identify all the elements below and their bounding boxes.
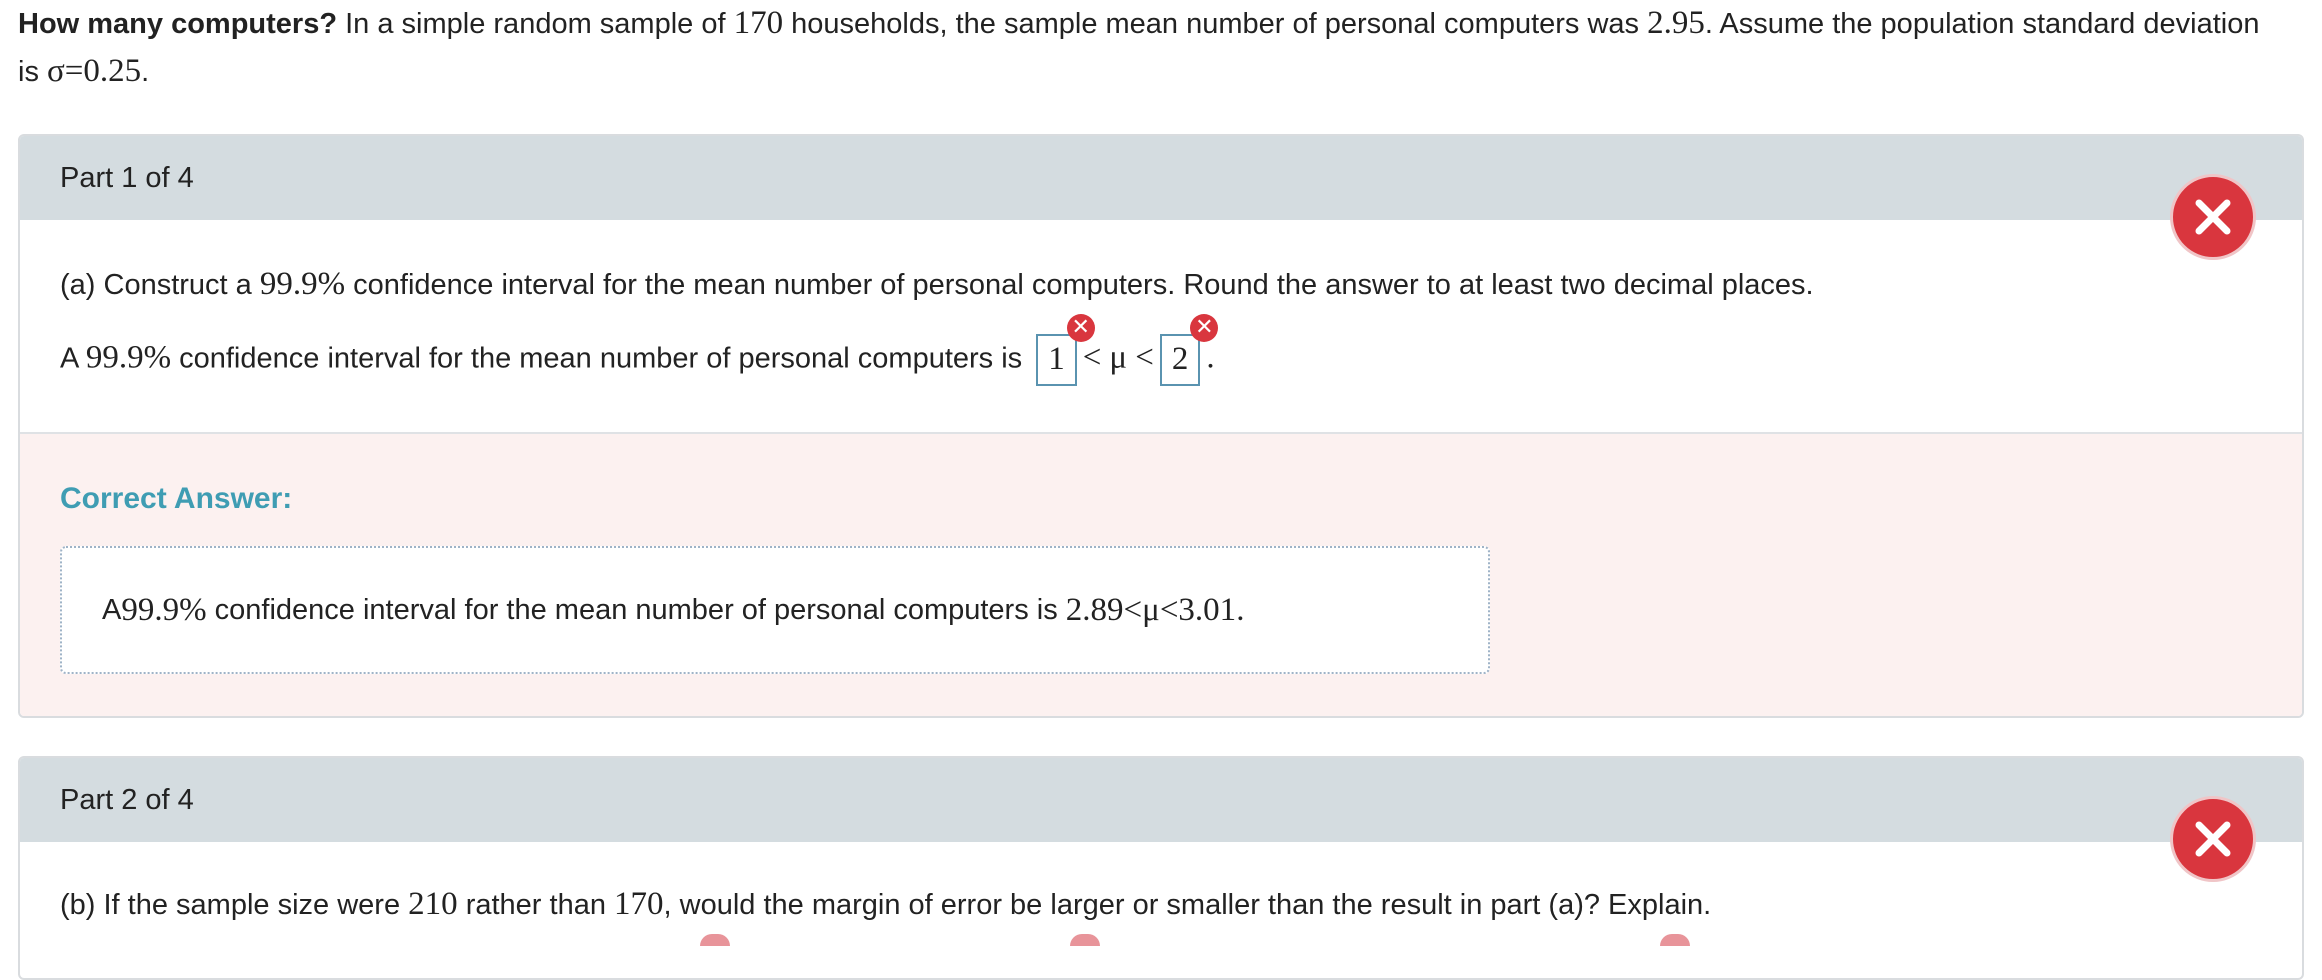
close-icon bbox=[2170, 174, 2256, 260]
correct-answer-label: Correct Answer: bbox=[60, 482, 293, 515]
lower-bound-input[interactable]: 1 ✕ bbox=[1036, 314, 1095, 386]
part-2-header: Part 2 of 4 bbox=[20, 758, 2302, 842]
upper-bound-input[interactable]: 2 ✕ bbox=[1159, 314, 1219, 386]
correct-answer-box: A 99.9% confidence interval for the mean… bbox=[60, 546, 1490, 674]
correct-answer-section: Correct Answer: A 99.9% confidence inter… bbox=[20, 432, 2302, 716]
part-2-panel: Part 2 of 4 (b) If the sample size were … bbox=[18, 756, 2304, 980]
incorrect-icon: ✕ bbox=[1190, 314, 1219, 342]
part-1-response: A 99.9% confidence interval for the mean… bbox=[60, 314, 1219, 386]
problem-title: How many computers? bbox=[18, 8, 338, 40]
part-2-question: (b) If the sample size were 210 rather t… bbox=[60, 886, 1712, 922]
part-1-question: (a) Construct a 99.9% confidence interva… bbox=[60, 266, 1814, 302]
close-icon bbox=[2170, 796, 2256, 882]
part-1-header: Part 1 of 4 bbox=[20, 136, 2302, 220]
problem-statement: How many computers? In a simple random s… bbox=[18, 5, 2260, 89]
incorrect-icon bbox=[1070, 934, 1100, 946]
part-1-panel: Part 1 of 4 (a) Construct a 99.9% confid… bbox=[18, 134, 2304, 718]
incorrect-icon bbox=[1660, 934, 1690, 946]
incorrect-icon bbox=[700, 934, 730, 946]
incorrect-icon: ✕ bbox=[1066, 314, 1095, 342]
